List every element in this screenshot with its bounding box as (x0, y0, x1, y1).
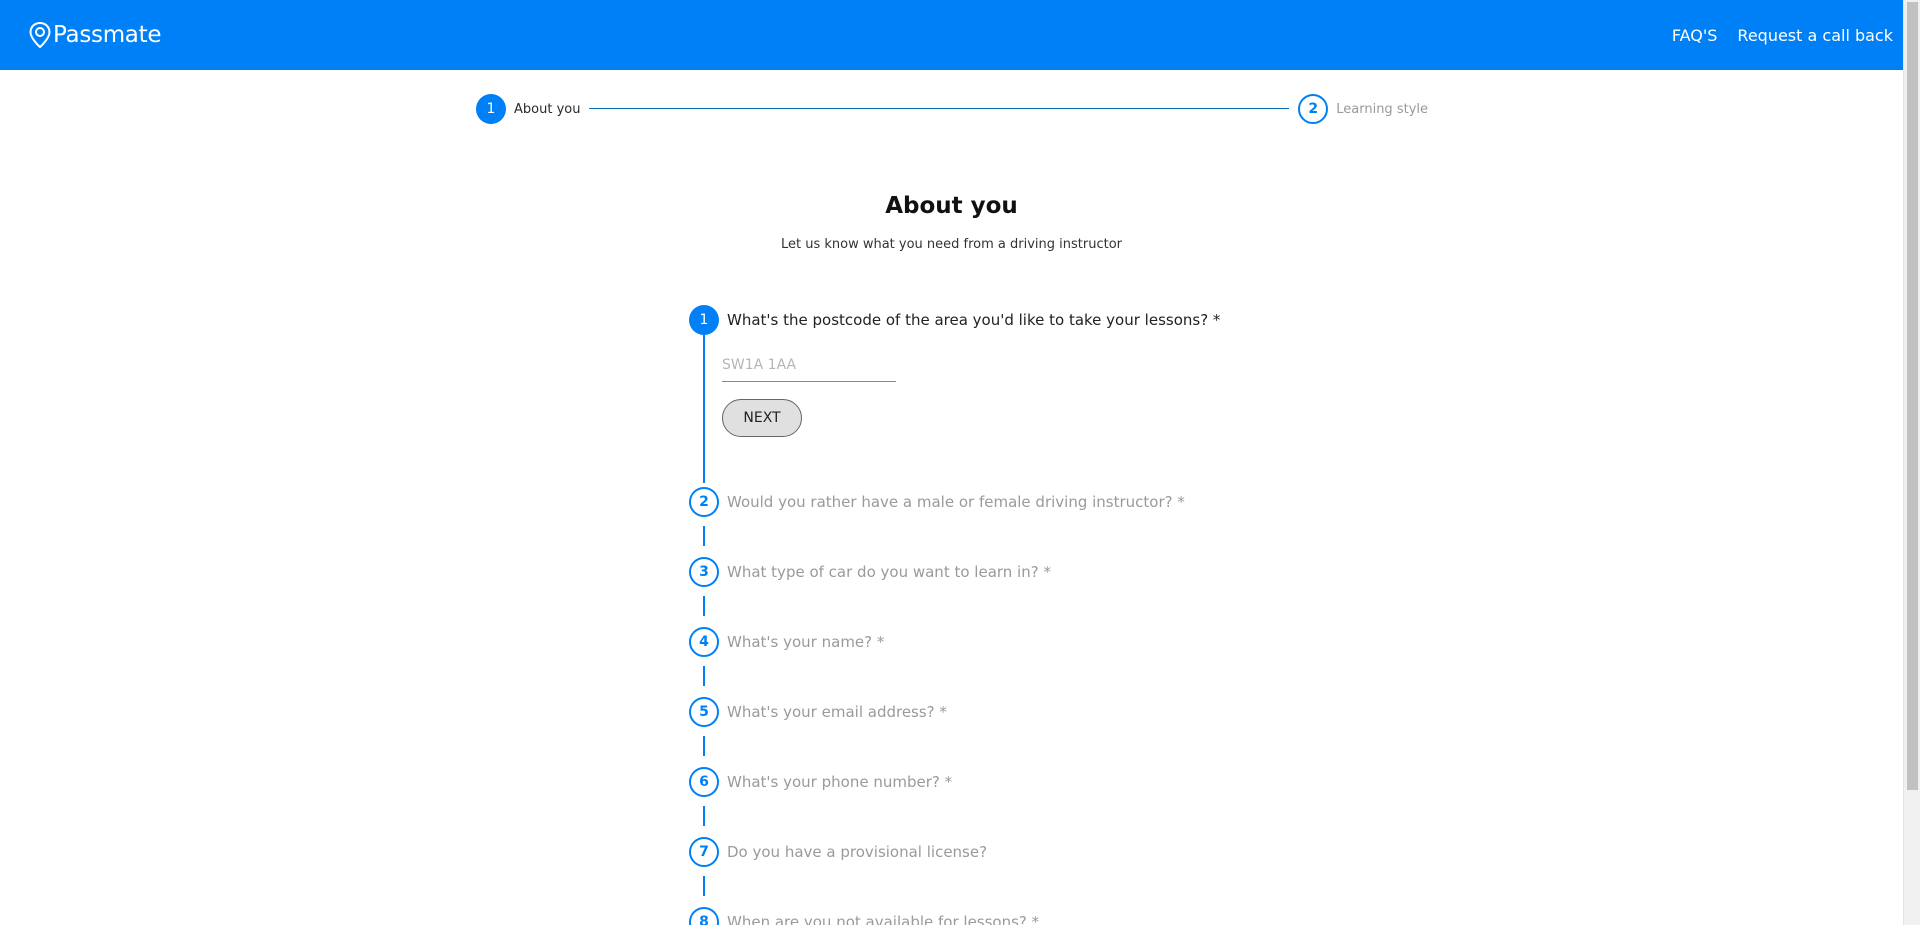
question-connector-line (703, 736, 705, 756)
question-number: 8 (689, 907, 719, 925)
stepper-step-number: 1 (476, 94, 506, 124)
page-subtitle: Let us know what you need from a driving… (780, 237, 1123, 252)
progress-stepper: 1 About you 2 Learning style (476, 94, 1428, 124)
question-2[interactable]: 2 Would you rather have a male or female… (689, 487, 1185, 517)
question-number: 6 (689, 767, 719, 797)
question-connector-line (703, 806, 705, 826)
question-connector-line (703, 876, 705, 896)
question-connector-line (703, 666, 705, 686)
question-7[interactable]: 7 Do you have a provisional license? (689, 837, 987, 867)
question-number: 1 (689, 305, 719, 335)
page-scrollbar[interactable] (1903, 0, 1920, 925)
question-connector-line (703, 335, 705, 483)
question-number: 4 (689, 627, 719, 657)
stepper-step-label: Learning style (1336, 101, 1428, 117)
question-connector-line (703, 596, 705, 616)
top-nav: FAQ'S Request a call back (1652, 26, 1893, 45)
page-title: About you (885, 193, 1018, 219)
question-text: What's your email address? * (727, 703, 947, 721)
stepper-connector-line (589, 108, 1289, 109)
logo-link[interactable]: Passmate (29, 22, 161, 48)
question-text: When are you not available for lessons? … (727, 913, 1040, 925)
question-text: Would you rather have a male or female d… (727, 493, 1185, 511)
question-5[interactable]: 5 What's your email address? * (689, 697, 947, 727)
page: Passmate FAQ'S Request a call back 1 Abo… (0, 0, 1920, 925)
question-1: 1 What's the postcode of the area you'd … (689, 305, 1220, 335)
question-text: What's the postcode of the area you'd li… (727, 311, 1221, 329)
stepper-step-learning-style: 2 Learning style (1298, 94, 1428, 124)
postcode-input[interactable] (722, 348, 896, 382)
stepper-step-number: 2 (1298, 94, 1329, 124)
question-4[interactable]: 4 What's your name? * (689, 627, 884, 657)
scrollbar-thumb[interactable] (1907, 2, 1918, 790)
question-text: What's your name? * (727, 633, 885, 651)
question-6[interactable]: 6 What's your phone number? * (689, 767, 952, 797)
map-pin-icon (29, 22, 51, 48)
stepper-step-label: About you (514, 101, 581, 117)
question-number: 5 (689, 697, 719, 727)
nav-request-callback-link[interactable]: Request a call back (1737, 26, 1893, 45)
nav-faqs-link[interactable]: FAQ'S (1672, 26, 1718, 45)
question-number: 2 (689, 487, 719, 517)
question-text: Do you have a provisional license? (727, 843, 988, 861)
question-text: What type of car do you want to learn in… (727, 563, 1051, 581)
question-3[interactable]: 3 What type of car do you want to learn … (689, 557, 1051, 587)
question-connector-line (703, 526, 705, 546)
logo-text: Passmate (53, 22, 162, 48)
question-text: What's your phone number? * (727, 773, 953, 791)
stepper-step-about-you: 1 About you (476, 94, 580, 124)
next-button[interactable]: NEXT (722, 399, 802, 437)
question-number: 3 (689, 557, 719, 587)
question-8[interactable]: 8 When are you not available for lessons… (689, 907, 1039, 925)
top-header: Passmate FAQ'S Request a call back (0, 0, 1903, 70)
question-number: 7 (689, 837, 719, 867)
